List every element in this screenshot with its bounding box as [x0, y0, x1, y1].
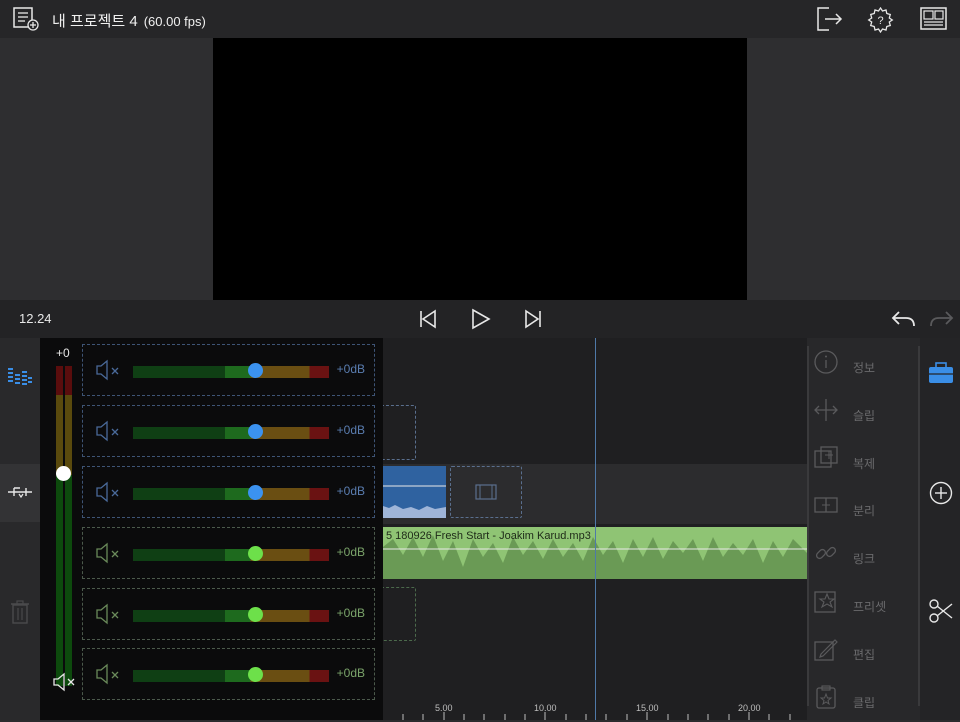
channel-gain-label: +0dB	[336, 484, 365, 498]
trash-icon[interactable]	[10, 600, 30, 629]
edit-icon	[813, 636, 839, 667]
mixer-channel[interactable]: +0dB	[82, 588, 375, 640]
tool-label: 분리	[853, 504, 876, 519]
link-icon	[813, 540, 839, 571]
tool-label: 링크	[853, 552, 876, 567]
playhead[interactable]	[595, 338, 596, 720]
clip-icon	[813, 684, 839, 715]
mute-speaker-icon[interactable]	[95, 662, 123, 691]
master-gain-label: +0	[56, 346, 70, 360]
channel-gain-label: +0dB	[336, 423, 365, 437]
channel-gain-label: +0dB	[336, 545, 365, 559]
volume-slider-track[interactable]	[133, 366, 329, 378]
timeline[interactable]: 5 180926 Fresh Start - Joakim Karud.mp3 …	[383, 338, 807, 720]
master-fader-knob[interactable]	[56, 466, 71, 481]
master-mute-icon[interactable]	[52, 671, 78, 698]
channel-gain-label: +0dB	[336, 606, 365, 620]
volume-slider-knob[interactable]	[248, 546, 263, 561]
tool-label: 클립	[853, 695, 876, 710]
tool-slip[interactable]: 슬립	[813, 395, 913, 435]
channel-gain-label: +0dB	[336, 362, 365, 376]
audio-mixer-icon[interactable]	[7, 364, 33, 391]
split-icon	[813, 492, 839, 523]
tool-panel-divider	[807, 346, 809, 706]
volume-slider-knob[interactable]	[248, 667, 263, 682]
mixer-channel[interactable]: +0dB	[82, 527, 375, 579]
project-title[interactable]: 내 프로젝트 4 (60.00 fps)	[52, 10, 206, 31]
top-bar: 내 프로젝트 4 (60.00 fps) ?	[0, 0, 960, 38]
tool-preset[interactable]: 프리셋	[813, 586, 913, 626]
volume-slider-track[interactable]	[133, 610, 329, 622]
tool-duplicate[interactable]: 복제	[813, 443, 913, 483]
film-icon	[475, 484, 497, 505]
info-icon	[813, 349, 839, 380]
right-rail	[920, 338, 960, 720]
tool-edit[interactable]: 편집	[813, 634, 913, 674]
preset-icon	[813, 588, 839, 619]
channel-gain-label: +0dB	[336, 666, 365, 680]
tool-label: 복제	[853, 456, 876, 471]
empty-video-slot[interactable]	[450, 466, 522, 518]
volume-slider-track[interactable]	[133, 427, 329, 439]
skip-back-icon[interactable]	[418, 309, 438, 334]
volume-slider-knob[interactable]	[248, 607, 263, 622]
tool-panel: 정보슬립복제분리링크프리셋편집클립	[807, 338, 920, 720]
mute-speaker-icon[interactable]	[95, 602, 123, 631]
tool-label: 편집	[853, 647, 876, 662]
audio-clip-label: 5 180926 Fresh Start - Joakim Karud.mp3	[386, 530, 591, 542]
settings-icon[interactable]: ?	[867, 6, 894, 38]
play-icon[interactable]	[470, 308, 492, 335]
tool-info[interactable]: 정보	[813, 347, 913, 387]
mute-speaker-icon[interactable]	[95, 419, 123, 448]
project-list-icon[interactable]	[13, 7, 39, 36]
mixer-channel[interactable]: +0dB	[82, 466, 375, 518]
tool-split[interactable]: 분리	[813, 490, 913, 530]
tool-clip[interactable]: 클립	[813, 682, 913, 722]
tool-label: 정보	[853, 361, 876, 375]
volume-slider-track[interactable]	[133, 549, 329, 561]
tool-label: 프리셋	[853, 600, 887, 614]
track-type-icon[interactable]	[7, 484, 33, 505]
master-meter-right	[65, 366, 72, 686]
volume-slider-knob[interactable]	[248, 485, 263, 500]
video-clip[interactable]	[383, 466, 446, 518]
empty-clip-slot[interactable]	[383, 405, 416, 460]
volume-slider-track[interactable]	[133, 670, 329, 682]
add-icon[interactable]	[929, 481, 953, 510]
svg-text:?: ?	[877, 15, 883, 27]
tool-label: 슬립	[853, 408, 876, 423]
master-volume[interactable]: +0	[50, 338, 78, 720]
slip-icon	[813, 397, 839, 428]
mixer-channel[interactable]: +0dB	[82, 344, 375, 396]
project-fps: (60.00 fps)	[143, 14, 206, 29]
scissors-icon[interactable]	[928, 598, 954, 629]
left-rail	[0, 338, 40, 720]
empty-audio-slot[interactable]	[383, 587, 416, 641]
redo-icon[interactable]	[929, 309, 955, 334]
skip-forward-icon[interactable]	[523, 309, 543, 334]
duplicate-icon	[813, 445, 839, 476]
ruler-ticks	[402, 712, 791, 720]
video-preview[interactable]	[213, 38, 747, 300]
tool-link[interactable]: 링크	[813, 538, 913, 578]
mixer-channel[interactable]: +0dB	[82, 648, 375, 700]
current-time: 12.24	[19, 311, 52, 326]
mute-speaker-icon[interactable]	[95, 480, 123, 509]
volume-slider-track[interactable]	[133, 488, 329, 500]
toolbox-icon[interactable]	[928, 362, 954, 389]
mixer-channel[interactable]: +0dB	[82, 405, 375, 457]
project-name: 내 프로젝트 4	[52, 13, 138, 30]
master-meter-left	[56, 366, 63, 686]
mute-speaker-icon[interactable]	[95, 358, 123, 387]
transport-bar: 12.24	[0, 300, 960, 338]
volume-slider-knob[interactable]	[248, 363, 263, 378]
mute-speaker-icon[interactable]	[95, 541, 123, 570]
undo-icon[interactable]	[890, 309, 916, 334]
volume-slider-knob[interactable]	[248, 424, 263, 439]
export-icon[interactable]	[815, 6, 843, 37]
layout-icon[interactable]	[920, 7, 947, 36]
